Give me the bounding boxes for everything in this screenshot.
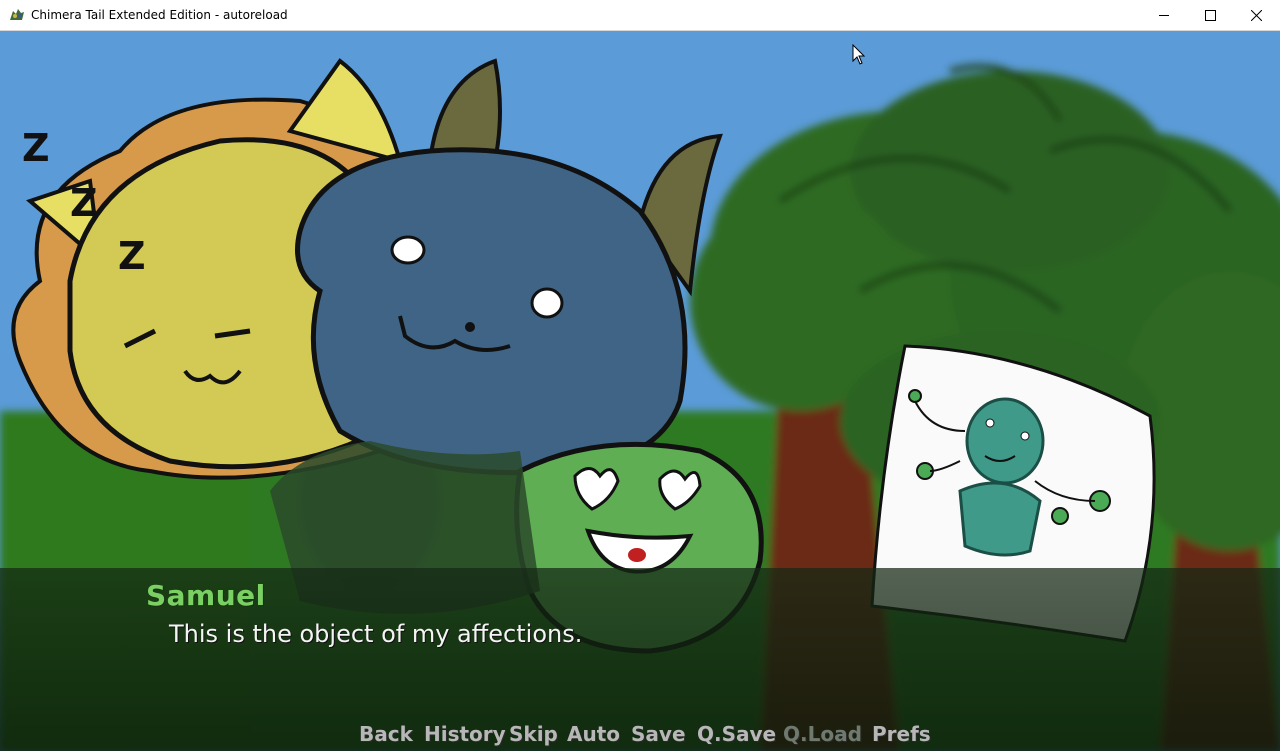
window-titlebar: Chimera Tail Extended Edition - autorelo… bbox=[0, 0, 1280, 31]
dialogue-text: This is the object of my affections. bbox=[169, 620, 583, 648]
app-icon bbox=[10, 9, 24, 20]
skip-button[interactable]: Skip bbox=[509, 722, 558, 746]
save-button[interactable]: Save bbox=[631, 722, 686, 746]
history-button[interactable]: History bbox=[424, 722, 506, 746]
minimize-button[interactable] bbox=[1141, 0, 1187, 31]
close-icon bbox=[1250, 10, 1262, 21]
mouse-cursor-icon bbox=[852, 44, 866, 65]
prefs-button[interactable]: Prefs bbox=[872, 722, 931, 746]
maximize-icon bbox=[1204, 10, 1216, 21]
quick-menu: Back History Skip Auto Save Q.Save Q.Loa… bbox=[0, 722, 1280, 748]
sleep-letter: Z bbox=[70, 181, 98, 225]
game-viewport[interactable]: Z Z Z Samuel This is the object of my af… bbox=[0, 31, 1280, 751]
auto-button[interactable]: Auto bbox=[567, 722, 620, 746]
maximize-button[interactable] bbox=[1187, 0, 1233, 31]
sleep-letter: Z bbox=[118, 234, 146, 278]
speaker-name: Samuel bbox=[146, 579, 266, 612]
back-button[interactable]: Back bbox=[359, 722, 413, 746]
quick-save-button[interactable]: Q.Save bbox=[697, 722, 776, 746]
sleep-letter: Z bbox=[22, 126, 50, 170]
minimize-icon bbox=[1158, 15, 1169, 16]
quick-load-button[interactable]: Q.Load bbox=[783, 722, 862, 746]
window-title: Chimera Tail Extended Edition - autorelo… bbox=[31, 8, 288, 22]
close-button[interactable] bbox=[1233, 0, 1279, 31]
